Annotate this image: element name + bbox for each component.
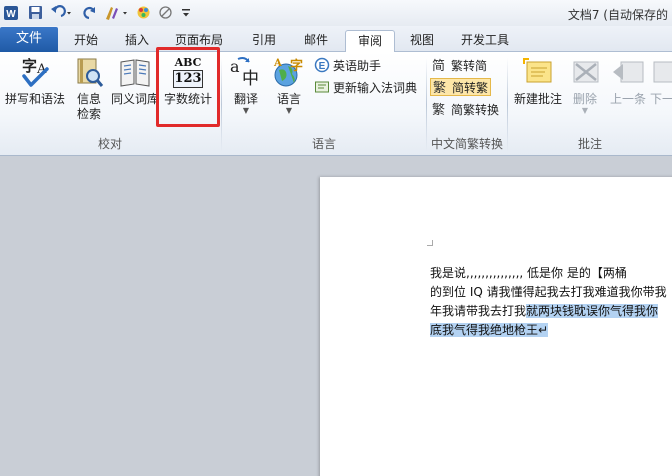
- ribbon-tabs: 文件 开始 插入 页面布局 引用 邮件 审阅 视图 开发工具: [0, 26, 672, 52]
- save-icon[interactable]: [26, 4, 44, 21]
- update-ime-dictionary-label: 更新输入法词典: [333, 80, 418, 95]
- title-bar: W 文档7 (自动保存的: [0, 0, 672, 26]
- traditional-to-simplified-button[interactable]: 简 繁转简: [432, 56, 487, 74]
- research-label-line1: 信息: [76, 92, 101, 106]
- svg-text:字: 字: [22, 57, 37, 75]
- ribbon-review: 字 A 拼写和语法 信息 检索 同义词库 ABC 123 字数统计 校对 a 中…: [0, 52, 672, 156]
- margin-corner-mark: [427, 240, 433, 246]
- traditional-to-simplified-icon: 简: [432, 58, 445, 73]
- research-button[interactable]: 信息 检索: [72, 56, 106, 122]
- tab-view[interactable]: 视图: [402, 30, 442, 52]
- svg-text:繁: 繁: [432, 102, 445, 117]
- svg-text:字: 字: [290, 58, 303, 74]
- spelling-check-icon: 字 A: [22, 57, 49, 87]
- delete-dropdown-icon[interactable]: ▼: [566, 107, 604, 115]
- document-text: 的到位 IQ 请我懂得起我去打我难道我你带我: [430, 285, 667, 299]
- document-selected-text: 就两块钱耽误你气得我你: [526, 304, 659, 318]
- delete-comment-icon: [573, 61, 599, 83]
- document-line[interactable]: 底我气得我绝地枪王↵: [430, 321, 549, 340]
- undo-icon[interactable]: [48, 4, 74, 21]
- color-palette-icon[interactable]: [134, 4, 152, 21]
- thesaurus-book-icon: [120, 59, 150, 87]
- thesaurus-button[interactable]: 同义词库: [110, 56, 160, 107]
- new-comment-button[interactable]: 新建批注: [510, 56, 566, 107]
- simplified-to-traditional-icon: 繁: [433, 80, 446, 95]
- translate-label: 翻译: [233, 92, 258, 106]
- next-comment-icon: [653, 61, 672, 83]
- previous-comment-label: 上一条: [609, 92, 646, 106]
- document-selected-text: 底我气得我绝地枪王↵: [430, 323, 549, 337]
- next-comment-button[interactable]: 下一: [650, 56, 672, 107]
- document-line[interactable]: 我是说,,,,,,,,,,,,,,, 低是你 是的【两桶: [430, 264, 627, 283]
- translate-button[interactable]: a 中 翻译 ▼: [226, 56, 266, 115]
- svg-text:中: 中: [242, 69, 259, 89]
- tab-insert[interactable]: 插入: [118, 30, 156, 52]
- document-line[interactable]: 年我请带我去打我就两块钱耽误你气得我你: [430, 302, 659, 321]
- tab-mailings[interactable]: 邮件: [296, 30, 336, 52]
- translate-icon: a 中: [230, 57, 259, 89]
- english-assistant-button[interactable]: E 英语助手: [314, 56, 381, 74]
- thesaurus-label: 同义词库: [110, 92, 159, 106]
- document-line[interactable]: 的到位 IQ 请我懂得起我去打我难道我你带我: [430, 283, 667, 302]
- chinese-conversion-button[interactable]: 繁 简繁转换: [432, 100, 499, 118]
- word-count-highlight: [156, 47, 220, 127]
- customize-toolbar-icon[interactable]: [180, 4, 192, 21]
- tab-file[interactable]: 文件: [0, 27, 58, 52]
- translate-dropdown-icon[interactable]: ▼: [226, 107, 266, 115]
- spelling-grammar-button[interactable]: 字 A 拼写和语法: [4, 56, 66, 107]
- format-painter-icon[interactable]: [102, 4, 130, 21]
- delete-comment-label: 删除: [572, 92, 597, 106]
- language-label: 语言: [276, 92, 301, 106]
- no-format-icon[interactable]: [156, 4, 174, 21]
- simplified-to-traditional-button[interactable]: 繁 简转繁: [430, 78, 492, 96]
- redo-icon[interactable]: [80, 4, 98, 21]
- update-dictionary-icon: [315, 81, 329, 93]
- group-label-language: 语言: [311, 137, 336, 151]
- previous-comment-button[interactable]: 上一条: [606, 56, 650, 107]
- previous-comment-icon: [613, 61, 644, 83]
- new-comment-label: 新建批注: [513, 92, 562, 106]
- language-button[interactable]: 字 A 语言 ▼: [270, 56, 308, 115]
- group-label-comments: 批注: [577, 137, 602, 151]
- svg-text:A: A: [273, 58, 282, 69]
- language-globe-icon: 字 A: [273, 58, 303, 87]
- document-text: 我是说,,,,,,,,,,,,,,, 低是你 是的【两桶: [430, 266, 627, 280]
- language-dropdown-icon[interactable]: ▼: [270, 107, 308, 115]
- delete-comment-button[interactable]: 删除 ▼: [566, 56, 604, 115]
- english-assistant-icon: E: [314, 57, 330, 73]
- traditional-to-simplified-label: 繁转简: [451, 58, 488, 73]
- simplified-to-traditional-label: 简转繁: [452, 80, 489, 95]
- chinese-conversion-label: 简繁转换: [451, 102, 500, 117]
- chinese-conversion-icon: 繁: [432, 102, 445, 117]
- document-text: 年我请带我去打我: [430, 304, 527, 318]
- tab-review[interactable]: 审阅: [345, 30, 395, 52]
- research-book-icon: [77, 58, 104, 87]
- group-label-chinese-conversion: 中文简繁转换: [430, 137, 503, 151]
- update-ime-dictionary-button[interactable]: 更新输入法词典: [314, 78, 417, 96]
- svg-text:繁: 繁: [433, 80, 446, 95]
- tab-home[interactable]: 开始: [66, 30, 106, 52]
- english-assistant-label: 英语助手: [333, 58, 382, 73]
- svg-text:W: W: [6, 9, 16, 20]
- group-label-proofing: 校对: [97, 137, 122, 151]
- svg-text:E: E: [319, 61, 326, 72]
- window-title: 文档7 (自动保存的: [567, 8, 668, 22]
- tab-references[interactable]: 引用: [244, 30, 284, 52]
- next-comment-label: 下一: [650, 92, 672, 106]
- word-app-icon[interactable]: W: [2, 4, 20, 21]
- research-label-line2: 检索: [76, 107, 101, 121]
- tab-developer[interactable]: 开发工具: [452, 30, 518, 52]
- svg-text:简: 简: [432, 58, 445, 73]
- spelling-grammar-label: 拼写和语法: [4, 92, 65, 106]
- new-comment-icon: [523, 58, 552, 83]
